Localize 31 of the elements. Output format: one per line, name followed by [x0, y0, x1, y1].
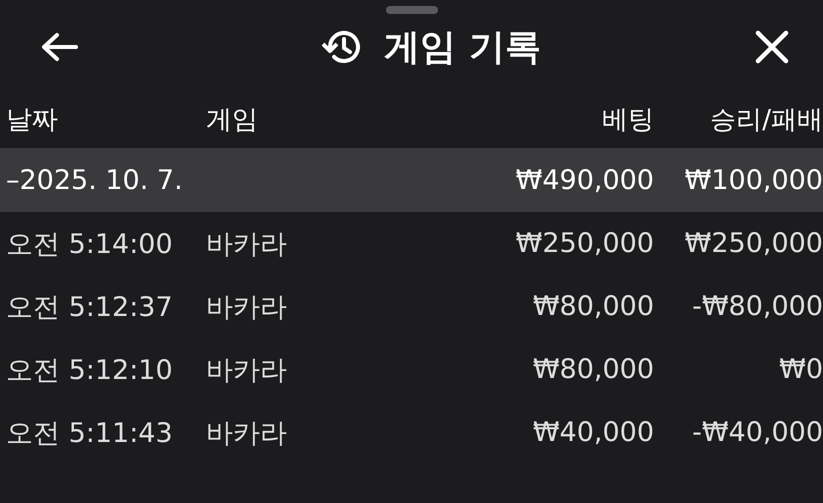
column-header: 게임: [206, 104, 259, 136]
table-cell-text: ₩80,000: [532, 354, 654, 385]
table-cell-text: 오전 5:12:37: [5, 290, 174, 324]
table-cell-text: ₩40,000: [532, 417, 654, 448]
group-date: –2025. 10. 7.: [5, 164, 184, 196]
table-cell-text: 오전 5:11:43: [5, 416, 174, 450]
close-button[interactable]: [754, 30, 789, 64]
column-header: 날짜: [5, 104, 59, 136]
table-cell-text: -₩80,000: [691, 291, 823, 322]
table-cell-text: 바카라: [206, 354, 288, 388]
table-cell-text: ₩0: [778, 354, 823, 385]
back-arrow-icon: [40, 32, 78, 62]
table-cell-text: ₩250,000: [684, 228, 823, 259]
column-header: 베팅: [601, 104, 654, 136]
table-cell-text: 바카라: [206, 228, 288, 262]
group-bet-total: ₩490,000: [514, 164, 654, 196]
table-cell-text: 바카라: [206, 290, 288, 324]
back-button[interactable]: [40, 32, 78, 62]
table-cell-text: 바카라: [206, 416, 288, 450]
column-header: 승리/패배: [709, 104, 823, 136]
page-title: 게임 기록: [384, 26, 541, 70]
table-cell-text: ₩250,000: [514, 228, 654, 259]
close-icon: [754, 30, 789, 64]
history-icon: [322, 28, 362, 66]
date-group-row[interactable]: –2025. 10. 7. ₩490,000 ₩100,000: [0, 148, 823, 212]
table-cell-text: 오전 5:14:00: [5, 228, 174, 262]
drag-handle[interactable]: [386, 6, 438, 14]
table-cell-text: 오전 5:12:10: [5, 354, 174, 388]
table-cell-text: -₩40,000: [691, 417, 823, 448]
table-cell-text: ₩80,000: [532, 291, 654, 322]
group-result-total: ₩100,000: [684, 164, 823, 196]
